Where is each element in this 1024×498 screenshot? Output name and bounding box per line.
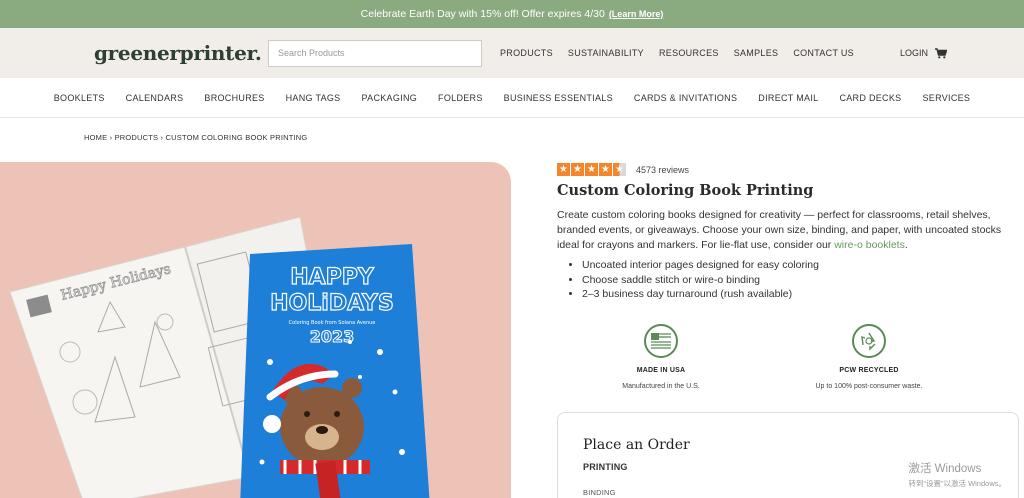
badge-subtitle: Up to 100% post-consumer waste. xyxy=(815,382,923,390)
badge-title: PCW RECYCLED xyxy=(839,366,899,374)
star-icon: ★ xyxy=(571,163,584,176)
description-text: Create custom coloring books designed fo… xyxy=(557,209,1002,251)
review-count[interactable]: 4573 reviews xyxy=(636,165,689,175)
windows-activation-watermark: 激活 Windows 转到“设置”以激活 Windows。 xyxy=(908,460,1006,489)
binding-label: BINDING xyxy=(583,488,616,497)
cat-packaging[interactable]: PACKAGING xyxy=(362,93,418,103)
cat-business-essentials[interactable]: BUSINESS ESSENTIALS xyxy=(504,93,613,103)
site-header: greenerprinter. Search Products PRODUCTS… xyxy=(0,28,1024,78)
wire-o-booklets-link[interactable]: wire-o booklets xyxy=(834,239,905,251)
product-title: Custom Coloring Book Printing xyxy=(557,182,814,199)
feature-item: 2–3 business day turnaround (rush availa… xyxy=(582,287,1017,302)
blue-book-cover: HAPPY HOLiDAYS Coloring Book from Solana… xyxy=(240,244,430,498)
star-icon: ★ xyxy=(599,163,612,176)
badge-subtitle: Manufactured in the U.S. xyxy=(622,382,700,390)
rating-row: ★ ★ ★ ★ ★ 4573 reviews xyxy=(557,163,1017,176)
watermark-line2: 转到“设置”以激活 Windows。 xyxy=(908,479,1006,488)
cover-title-2: HOLiDAYS xyxy=(270,291,394,316)
product-hero-image: Happy Holidays HAPPY HOLiDAYS Coloring B… xyxy=(0,162,511,498)
promo-text: Celebrate Earth Day with 15% off! Offer … xyxy=(360,8,605,20)
login-link[interactable]: LOGIN xyxy=(900,48,928,58)
cat-card-decks[interactable]: CARD DECKS xyxy=(839,93,901,103)
cover-title-1: HAPPY xyxy=(290,265,375,290)
star-rating[interactable]: ★ ★ ★ ★ ★ xyxy=(557,163,626,176)
promo-banner: Celebrate Earth Day with 15% off! Offer … xyxy=(0,0,1024,28)
feature-item: Choose saddle stitch or wire-o binding xyxy=(582,273,1017,288)
coloring-book-illustration: Happy Holidays HAPPY HOLiDAYS Coloring B… xyxy=(9,216,430,498)
star-icon: ★ xyxy=(557,163,570,176)
cover-year: 2023 xyxy=(310,327,355,346)
star-icon: ★ xyxy=(585,163,598,176)
cat-brochures[interactable]: BROCHURES xyxy=(204,93,264,103)
usa-flag-icon xyxy=(644,323,678,358)
top-nav: PRODUCTS SUSTAINABILITY RESOURCES SAMPLE… xyxy=(500,48,854,58)
logo[interactable]: greenerprinter. xyxy=(94,41,268,65)
category-nav: BOOKLETS CALENDARS BROCHURES HANG TAGS P… xyxy=(0,78,1024,118)
feature-item: Uncoated interior pages designed for eas… xyxy=(582,258,1017,273)
cat-cards-invitations[interactable]: CARDS & INVITATIONS xyxy=(634,93,737,103)
badge-made-in-usa: MADE IN USA Manufactured in the U.S. xyxy=(557,323,765,390)
cat-direct-mail[interactable]: DIRECT MAIL xyxy=(758,93,818,103)
badge-pcw-recycled: PCW RECYCLED Up to 100% post-consumer wa… xyxy=(765,323,973,390)
recycle-icon xyxy=(852,323,886,358)
watermark-line1: 激活 Windows xyxy=(908,463,982,475)
cover-subtitle: Coloring Book from Solana Avenue xyxy=(289,320,376,326)
cat-services[interactable]: SERVICES xyxy=(922,93,970,103)
nav-samples[interactable]: SAMPLES xyxy=(734,48,779,58)
cat-calendars[interactable]: CALENDARS xyxy=(126,93,184,103)
nav-sustainability[interactable]: SUSTAINABILITY xyxy=(568,48,644,58)
nav-resources[interactable]: RESOURCES xyxy=(659,48,719,58)
nav-contact-us[interactable]: CONTACT US xyxy=(793,48,854,58)
product-description: Create custom coloring books designed fo… xyxy=(557,208,1017,253)
feature-list: Uncoated interior pages designed for eas… xyxy=(582,258,1017,302)
search-placeholder: Search Products xyxy=(278,48,345,58)
cart-icon[interactable] xyxy=(935,47,947,59)
learn-more-link[interactable]: (Learn More) xyxy=(609,9,664,19)
cat-folders[interactable]: FOLDERS xyxy=(438,93,483,103)
nav-products[interactable]: PRODUCTS xyxy=(500,48,553,58)
breadcrumb[interactable]: HOME › PRODUCTS › CUSTOM COLORING BOOK P… xyxy=(84,133,307,142)
order-title: Place an Order xyxy=(583,437,690,453)
badges: MADE IN USA Manufactured in the U.S. PCW… xyxy=(557,323,1017,390)
star-icon: ★ xyxy=(613,163,626,176)
cat-hang-tags[interactable]: HANG TAGS xyxy=(286,93,341,103)
search-input[interactable]: Search Products xyxy=(268,39,482,67)
description-end: . xyxy=(904,239,908,251)
product-info: ★ ★ ★ ★ ★ 4573 reviews Custom Coloring Book … xyxy=(557,163,1017,390)
badge-title: MADE IN USA xyxy=(636,366,686,374)
login-area: LOGIN xyxy=(900,47,947,59)
cat-booklets[interactable]: BOOKLETS xyxy=(54,93,105,103)
